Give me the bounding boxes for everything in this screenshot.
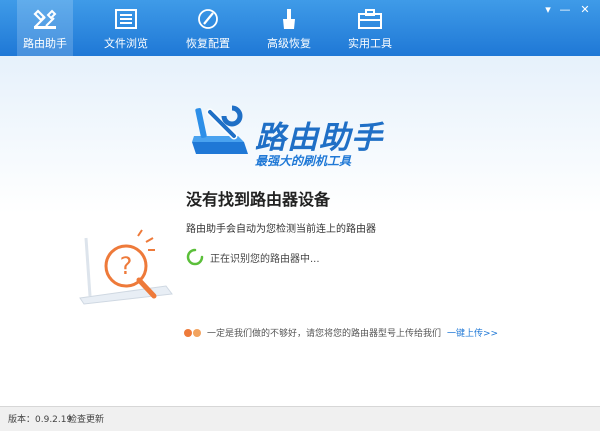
file-list-icon	[112, 7, 140, 31]
top-toolbar: 路由助手 文件浏览 恢复配置 高级恢复 实用工具 ▾ — ✕	[0, 0, 600, 56]
router-question-illustration: ?	[79, 229, 173, 305]
tab-file-browse[interactable]: 文件浏览	[98, 0, 154, 56]
tab-label: 实用工具	[348, 37, 392, 50]
loading-spinner-icon	[186, 248, 204, 266]
brush-icon	[275, 7, 303, 31]
hint-text: 一定是我们做的不够好，请您将您的路由器型号上传给我们	[207, 329, 442, 339]
tab-advanced-restore[interactable]: 高级恢复	[261, 0, 317, 56]
minimize-button[interactable]: —	[558, 3, 572, 16]
restore-pen-icon	[194, 7, 222, 31]
router-tools-icon	[31, 7, 59, 31]
version-label: 版本：0.9.2.19	[8, 415, 73, 425]
tab-label: 高级恢复	[267, 37, 311, 50]
toolbox-icon	[356, 7, 384, 31]
tab-router-helper[interactable]: 路由助手	[17, 0, 73, 56]
logo-title: 路由助手	[255, 120, 383, 156]
router-logo-icon	[192, 105, 248, 154]
tab-utilities[interactable]: 实用工具	[342, 0, 398, 56]
close-button[interactable]: ✕	[578, 3, 592, 16]
app-logo: 路由助手 最强大的刷机工具	[188, 102, 403, 180]
upload-link[interactable]: 一键上传>>	[447, 326, 498, 339]
detect-description: 路由助手会自动为您检测当前连上的路由器	[186, 224, 376, 235]
logo-subtitle: 最强大的刷机工具	[255, 154, 352, 168]
status-text: 正在识别您的路由器中...	[210, 253, 320, 265]
check-update-link[interactable]: 检查更新	[68, 412, 104, 425]
tab-restore-config[interactable]: 恢复配置	[180, 0, 236, 56]
svg-text:?: ?	[120, 252, 133, 280]
feedback-dots-icon	[184, 328, 201, 337]
tab-label: 文件浏览	[104, 37, 148, 50]
not-found-heading: 没有找到路由器设备	[186, 190, 331, 209]
detecting-status: 正在识别您的路由器中...	[186, 248, 320, 266]
upload-hint: 一定是我们做的不够好，请您将您的路由器型号上传给我们 一键上传>>	[183, 326, 498, 339]
tab-label: 恢复配置	[186, 37, 230, 50]
tab-label: 路由助手	[23, 37, 67, 50]
status-bar: 版本：0.9.2.19 检查更新	[0, 406, 600, 431]
menu-dropdown-button[interactable]: ▾	[541, 3, 555, 16]
